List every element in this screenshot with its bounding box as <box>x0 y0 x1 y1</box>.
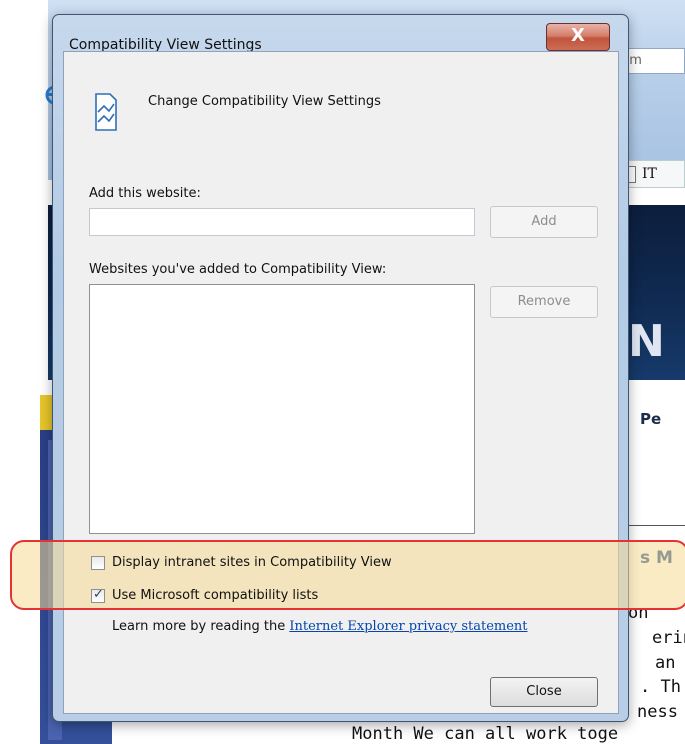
intranet-checkbox-label[interactable]: Display intranet sites in Compatibility … <box>112 555 392 570</box>
window-close-button[interactable]: X <box>546 23 610 51</box>
learn-more-text: Learn more by reading the Internet Explo… <box>112 619 528 634</box>
added-sites-list[interactable] <box>89 284 475 534</box>
privacy-statement-link[interactable]: Internet Explorer privacy statement <box>289 619 527 634</box>
add-website-label: Add this website: <box>89 186 201 201</box>
page-text-line: ness <box>637 702 678 722</box>
banner-letter: N <box>628 316 665 367</box>
added-sites-label: Websites you've added to Compatibility V… <box>89 262 387 277</box>
page-text-line: Month We can all work toge <box>352 724 619 744</box>
dialog-header: Change Compatibility View Settings <box>148 94 381 109</box>
learn-more-prefix: Learn more by reading the <box>112 619 286 634</box>
favorites-tab-label: IT <box>642 166 657 182</box>
compatibility-view-icon <box>95 93 117 131</box>
close-button[interactable]: Close <box>490 677 598 707</box>
checkmark-icon: ✓ <box>93 587 104 602</box>
ms-lists-checkbox[interactable]: ✓ <box>91 587 105 603</box>
add-button[interactable]: Add <box>490 206 598 238</box>
gold-strip <box>40 395 52 435</box>
intranet-checkbox[interactable] <box>91 556 105 570</box>
ms-lists-checkbox-label[interactable]: Use Microsoft compatibility lists <box>112 588 318 603</box>
page-fragment-pe: Pe <box>640 410 662 428</box>
add-website-input[interactable] <box>89 208 475 236</box>
page-text-line: erin <box>652 628 685 648</box>
remove-button[interactable]: Remove <box>490 286 598 318</box>
page-text-line: an <box>655 653 676 673</box>
page-text-line: . Th <box>640 677 681 697</box>
